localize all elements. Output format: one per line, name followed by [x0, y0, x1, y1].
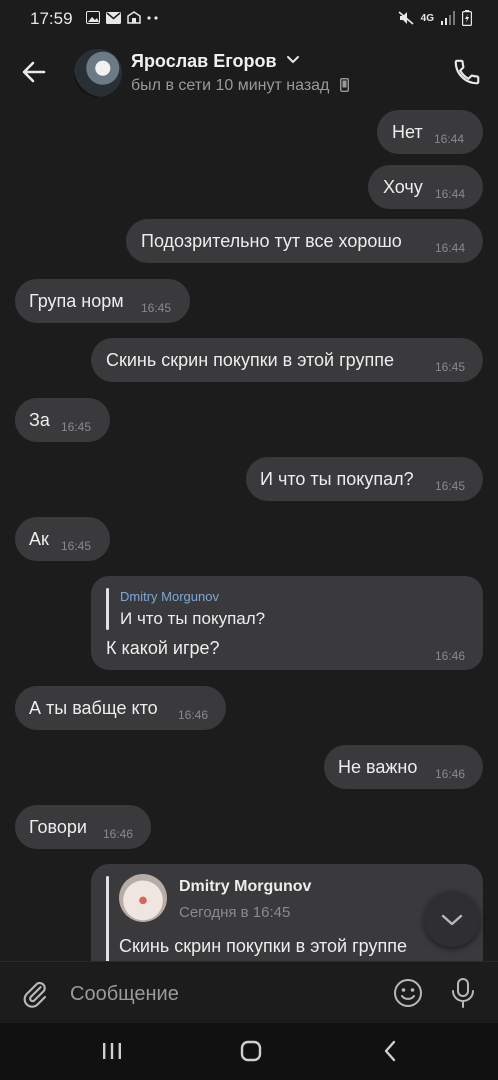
message-time: 16:46 — [435, 649, 466, 663]
system-nav-bar — [0, 1023, 498, 1080]
message-time: 16:44 — [435, 187, 466, 201]
chat-header: Ярослав Егоров был в сети 10 минут назад — [0, 36, 498, 108]
back-arrow-icon[interactable] — [18, 56, 50, 88]
message-bubble-out[interactable]: Не важно 16:46 — [324, 745, 483, 789]
message-bubble-in[interactable]: Говори 16:46 — [15, 805, 151, 849]
gallery-notification-icon — [86, 11, 100, 24]
contact-avatar[interactable] — [74, 49, 122, 97]
message-bubble-out[interactable]: Скинь скрин покупки в этой группе 16:45 — [91, 338, 483, 382]
message-bubble-out[interactable]: Подозрительно тут все хорошо 16:44 — [126, 219, 483, 263]
message-input-bar: Сообщение — [0, 961, 498, 1024]
more-notifications-icon — [147, 15, 158, 20]
forward-author[interactable]: Dmitry Morgunov — [179, 878, 311, 896]
message-text: Не важно — [338, 757, 418, 777]
message-bubble-out[interactable]: Нет 16:44 — [377, 110, 483, 154]
message-bubble-in[interactable]: А ты вабще кто 16:46 — [15, 686, 226, 730]
phone-call-icon[interactable] — [452, 57, 482, 87]
home-icon[interactable] — [239, 1039, 263, 1063]
chevron-down-icon — [441, 914, 463, 926]
attach-icon[interactable] — [20, 979, 50, 1009]
contact-status: был в сети 10 минут назад — [131, 77, 349, 95]
reply-quoted-text: И что ты покупал? — [120, 609, 266, 628]
reply-author[interactable]: Dmitry Morgunov — [120, 589, 219, 604]
message-text: Подозрительно тут все хорошо — [141, 231, 402, 251]
contact-name[interactable]: Ярослав Егоров — [131, 51, 277, 72]
chevron-down-icon[interactable] — [286, 55, 300, 65]
forward-date: Сегодня в 16:45 — [179, 904, 291, 921]
message-time: 16:45 — [435, 479, 466, 493]
message-bubble-in[interactable]: Ак 16:45 — [15, 517, 110, 561]
message-text: Нет — [392, 122, 423, 142]
message-text: К какой игре? — [106, 638, 220, 658]
message-bubble-out[interactable]: И что ты покупал? 16:45 — [246, 457, 483, 501]
reply-message-bubble[interactable]: Dmitry Morgunov И что ты покупал? К како… — [91, 576, 483, 670]
mobile-device-icon — [339, 78, 349, 92]
emoji-icon[interactable] — [393, 978, 423, 1008]
app-notification-icon — [127, 11, 141, 24]
message-text: Скинь скрин покупки в этой группе — [106, 350, 394, 370]
back-nav-icon[interactable] — [380, 1039, 400, 1063]
battery-charging-icon — [462, 10, 472, 26]
message-input[interactable]: Сообщение — [70, 983, 179, 1006]
message-text: Група норм — [29, 291, 124, 311]
status-time: 17:59 — [30, 9, 73, 28]
forward-quote-bar — [106, 876, 109, 974]
message-time: 16:44 — [434, 132, 465, 146]
signal-icon — [441, 11, 455, 25]
reply-quote-bar — [106, 588, 109, 630]
message-text: Говори — [29, 817, 87, 837]
message-text: Хочу — [383, 177, 423, 197]
message-bubble-out[interactable]: Хочу 16:44 — [368, 165, 483, 209]
message-time: 16:45 — [435, 360, 466, 374]
message-text: Скинь скрин покупки в этой группе — [119, 936, 407, 956]
scroll-to-bottom-button[interactable] — [424, 891, 480, 947]
mute-icon — [398, 11, 414, 25]
message-time: 16:46 — [103, 827, 134, 841]
message-text: И что ты покупал? — [260, 469, 414, 489]
message-time: 16:46 — [435, 767, 466, 781]
message-text: Ак — [29, 529, 49, 549]
message-bubble-in[interactable]: За 16:45 — [15, 398, 110, 442]
microphone-icon[interactable] — [450, 977, 476, 1009]
recent-apps-icon[interactable] — [100, 1041, 124, 1061]
contact-status-text: был в сети 10 минут назад — [131, 77, 330, 94]
message-text: А ты вабще кто — [29, 698, 158, 718]
message-time: 16:45 — [141, 301, 172, 315]
message-time: 16:44 — [435, 241, 466, 255]
mail-notification-icon — [106, 11, 121, 24]
message-text: За — [29, 410, 50, 430]
status-bar: 17:59 4G — [0, 0, 498, 36]
forward-author-avatar[interactable] — [119, 874, 167, 922]
message-time: 16:46 — [178, 708, 209, 722]
message-time: 16:45 — [61, 420, 92, 434]
message-bubble-in[interactable]: Група норм 16:45 — [15, 279, 190, 323]
message-time: 16:45 — [61, 539, 92, 553]
network-type: 4G — [420, 12, 434, 24]
